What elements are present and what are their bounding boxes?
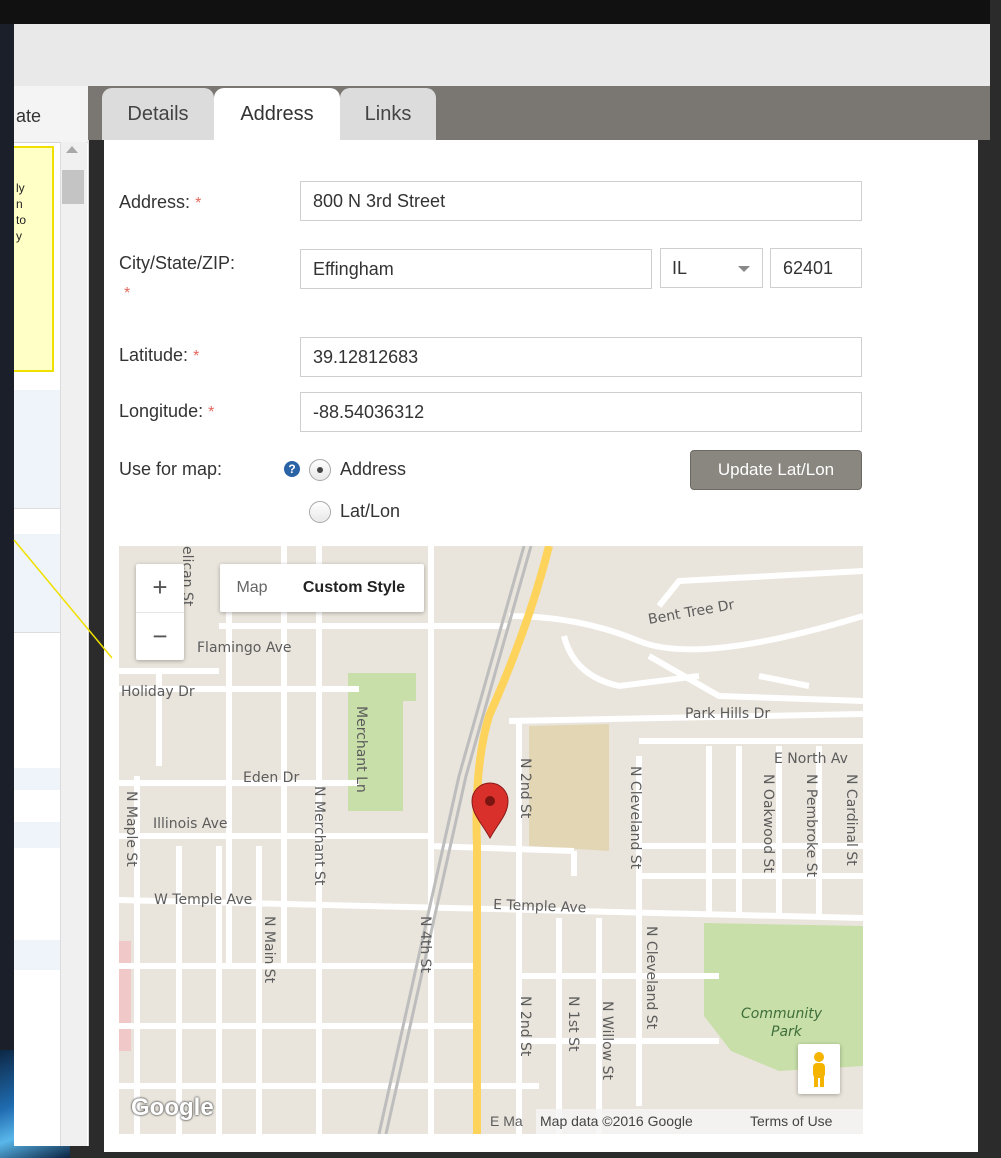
column-header-label: ate (16, 106, 42, 126)
note-line: n (16, 197, 23, 211)
street-label: E North Av (774, 751, 848, 767)
list-divider (14, 632, 60, 633)
list-divider (14, 508, 60, 509)
street-label: N Main St (261, 916, 277, 984)
street-label: N 1st St (565, 996, 581, 1052)
zoom-control: + − (136, 564, 184, 660)
required-asterisk-icon: * (124, 285, 131, 302)
city-input[interactable] (300, 249, 652, 289)
radio-address-label[interactable]: Address (340, 459, 406, 480)
zip-input[interactable] (770, 248, 862, 288)
radio-latlon-label[interactable]: Lat/Lon (340, 501, 400, 522)
street-label: Merchant Ln (353, 706, 369, 793)
school-area (529, 724, 609, 851)
map-attribution-bar: E Ma Map data ©2016 Google Terms of Use (490, 1109, 863, 1134)
map-type-map-button[interactable]: Map (220, 564, 284, 612)
street-label: Holiday Dr (121, 684, 195, 700)
state-selected-value: IL (672, 258, 688, 278)
street-label: N 4th St (417, 916, 433, 974)
desktop-edge (0, 24, 14, 1158)
street-label: E Ma (490, 1113, 523, 1129)
required-asterisk-icon: * (208, 404, 215, 421)
street-label: Flamingo Ave (197, 640, 291, 656)
map-data-attribution: Map data ©2016 Google (540, 1113, 693, 1129)
list-column-header[interactable]: ate (14, 86, 88, 143)
help-icon[interactable]: ? (284, 461, 300, 477)
note-line: ly (16, 181, 25, 195)
street-label: N 2nd St (517, 996, 533, 1057)
note-line: to (16, 213, 27, 227)
street-label: N Maple St (123, 791, 139, 867)
update-lat-lon-button[interactable]: Update Lat/Lon (690, 450, 862, 490)
tab-links[interactable]: Links (340, 88, 436, 140)
street-label: Illinois Ave (153, 816, 228, 832)
note-line: y (16, 229, 22, 243)
toolbar-area (14, 24, 990, 87)
required-asterisk-icon: * (195, 195, 202, 212)
radio-latlon[interactable] (309, 501, 331, 523)
address-label: Address: * (119, 192, 201, 213)
list-row[interactable] (14, 822, 60, 848)
street-view-pegman-icon[interactable] (798, 1044, 840, 1094)
pegman-figure (813, 1052, 825, 1087)
zoom-in-button[interactable]: + (136, 564, 184, 612)
list-row[interactable] (14, 940, 60, 970)
map-view[interactable]: Bent Tree Dr Flamingo Ave Holiday Dr Par… (119, 546, 863, 1134)
callout-note: ly n to y (14, 146, 54, 372)
longitude-input[interactable] (300, 392, 862, 432)
radio-address[interactable] (309, 459, 331, 481)
map-canvas[interactable]: Bent Tree Dr Flamingo Ave Holiday Dr Par… (119, 546, 863, 1134)
scroll-up-arrow-icon[interactable] (66, 146, 78, 153)
chevron-down-icon (738, 266, 750, 272)
state-select[interactable]: IL (660, 248, 763, 288)
list-row[interactable] (14, 390, 60, 508)
street-label: N Cleveland St (643, 926, 659, 1030)
street-label: E Temple Ave (493, 897, 587, 916)
street-label: N Merchant St (311, 786, 327, 886)
longitude-label: Longitude: * (119, 401, 214, 422)
street-label: Eden Dr (243, 770, 299, 786)
map-type-control: Map Custom Style (220, 564, 424, 612)
radio-selected-dot (317, 467, 323, 473)
tab-address[interactable]: Address (214, 88, 340, 140)
street-label: N Oakwood St (760, 774, 776, 873)
list-scrollbar[interactable] (60, 142, 87, 1146)
terms-of-use-link[interactable]: Terms of Use (750, 1113, 832, 1129)
street-label: N Cardinal St (843, 774, 859, 866)
list-row[interactable] (14, 534, 60, 632)
required-asterisk-icon: * (193, 348, 200, 365)
city-state-zip-label: City/State/ZIP: (119, 253, 236, 273)
latitude-label-text: Latitude: (119, 345, 189, 365)
tab-details[interactable]: Details (102, 88, 214, 140)
address-label-text: Address: (119, 192, 191, 212)
latitude-input[interactable] (300, 337, 862, 377)
street-label: N 2nd St (517, 758, 533, 819)
street-label: N Willow St (599, 1001, 615, 1080)
list-row[interactable] (14, 768, 60, 790)
latitude-label: Latitude: * (119, 345, 199, 366)
street-label: W Temple Ave (154, 892, 252, 908)
use-for-map-label: Use for map: (119, 459, 223, 479)
zoom-out-button[interactable]: − (136, 612, 184, 661)
longitude-label-text: Longitude: (119, 401, 204, 421)
street-label: Park Hills Dr (685, 706, 770, 722)
railroad-line (377, 546, 533, 1134)
street-label: N Cleveland St (627, 766, 643, 870)
park-label: Park (771, 1024, 803, 1040)
street-label: N Pembroke St (803, 774, 819, 878)
map-type-custom-style-button[interactable]: Custom Style (284, 564, 424, 612)
google-logo: Google (131, 1094, 214, 1121)
address-input[interactable] (300, 181, 862, 221)
hospital-area (119, 941, 131, 1051)
window-top-bar (0, 0, 990, 24)
park-label: Community (741, 1006, 823, 1022)
scrollbar-thumb[interactable] (62, 170, 84, 204)
